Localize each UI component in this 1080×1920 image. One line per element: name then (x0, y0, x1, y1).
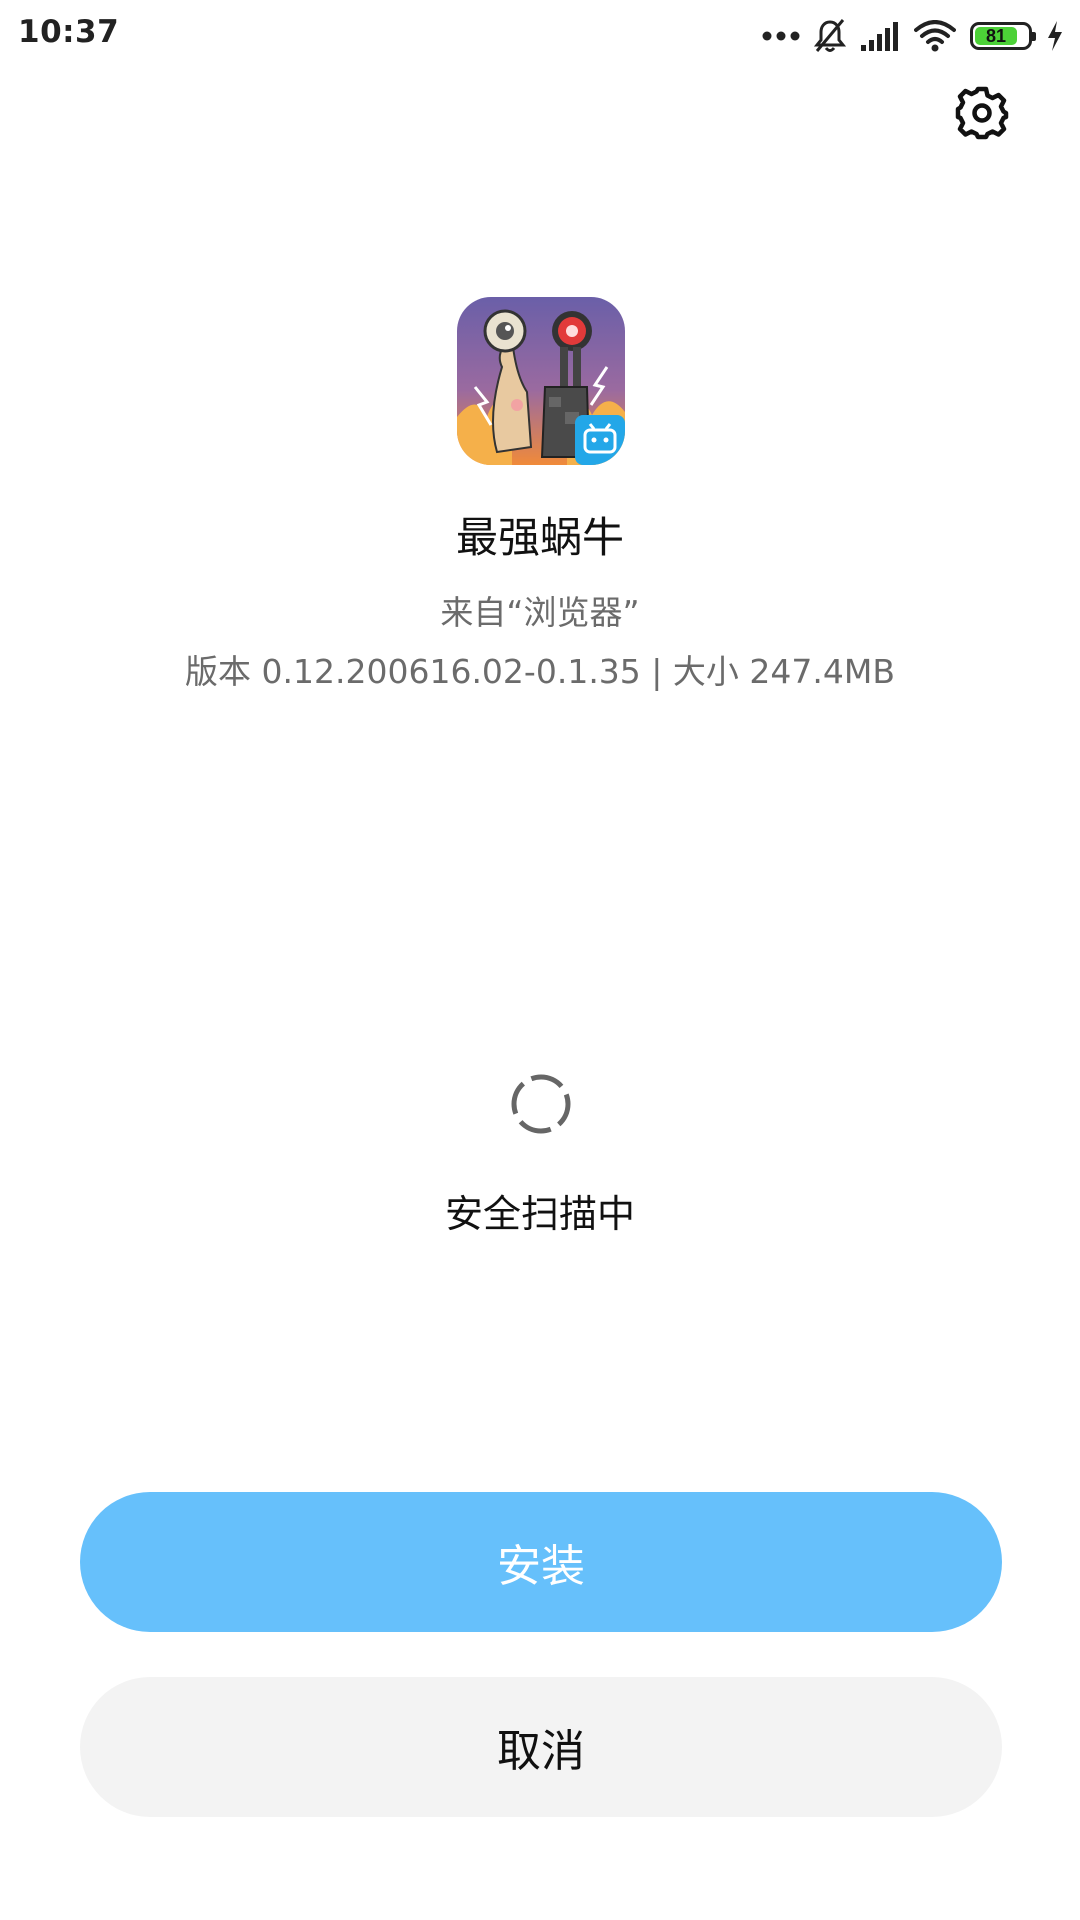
status-bar: 10:37 81 (0, 0, 1080, 72)
wifi-icon (914, 20, 956, 52)
scan-status: 安全扫描中 (444, 1192, 635, 1236)
signal-icon (860, 21, 900, 51)
settings-button[interactable] (950, 83, 1014, 147)
more-dots-icon (762, 30, 800, 42)
app-icon (457, 297, 625, 465)
charging-icon (1046, 20, 1064, 52)
loading-spinner-icon (509, 1072, 573, 1136)
battery-level: 81 (975, 26, 1018, 46)
battery-icon: 81 (970, 22, 1036, 50)
app-name: 最强蜗牛 (455, 513, 624, 562)
install-button[interactable]: 安装 (80, 1492, 1002, 1632)
cancel-button[interactable]: 取消 (80, 1677, 1002, 1817)
status-time: 10:37 (18, 14, 120, 50)
app-version-size: 版本 0.12.200616.02-0.1.35 | 大小 247.4MB (185, 652, 895, 691)
status-icons: 81 (762, 16, 1064, 56)
bell-off-icon (814, 18, 846, 54)
gear-icon (954, 85, 1010, 145)
app-source: 来自“浏览器” (440, 593, 640, 632)
